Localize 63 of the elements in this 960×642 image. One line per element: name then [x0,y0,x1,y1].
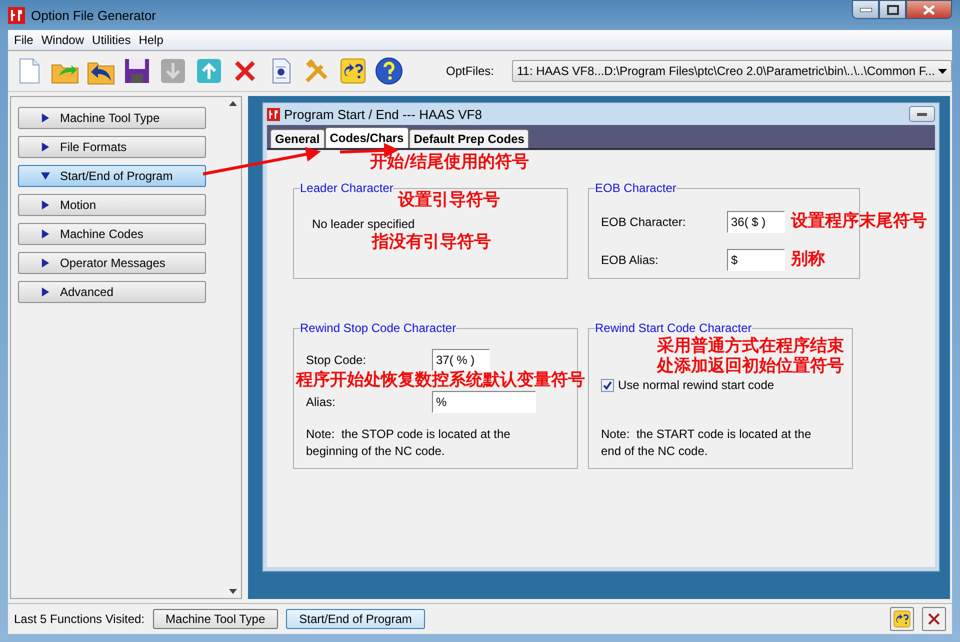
minimize-button[interactable] [909,106,935,122]
annotation: 别称 [791,250,825,270]
app-icon [8,6,25,24]
scroll-down-icon[interactable] [229,589,237,594]
close-button[interactable] [922,607,946,631]
sidebar-item[interactable]: Motion [18,194,206,216]
save-icon[interactable] [122,56,152,86]
close-icon [927,612,941,626]
tab[interactable]: Default Prep Codes [408,129,530,148]
history-button[interactable]: Start/End of Program [286,609,425,629]
menu-item[interactable]: File [10,33,38,47]
window-title: Option File Generator [31,8,156,22]
maximize-icon [886,4,898,14]
optfiles-label: OptFiles: [446,64,494,78]
sidebar-item[interactable]: Machine Tool Type [18,107,206,129]
maximize-button[interactable] [879,0,906,19]
field-label: EOB Character: [601,215,687,229]
help-icon[interactable] [374,56,404,86]
inner-window-title: Program Start / End --- HAAS VF8 [284,106,482,122]
input-field[interactable]: % [432,390,536,413]
optfiles-dropdown[interactable]: 11: HAAS VF8...D:\Program Files\ptc\Creo 2.0\Parametric\bin\..\..\Common F... [512,60,952,82]
input-field[interactable]: 36( $ ) [727,211,785,233]
menu-item[interactable]: Help [134,33,168,47]
annotation: 采用普通方式在程序结束 处添加返回初始位置符号 [656,335,845,376]
group-title: Rewind Stop Code Character [300,321,456,335]
app-icon [267,108,280,120]
minimize-button[interactable] [852,0,879,19]
field-label: Alias: [306,394,336,409]
annotation: 程序开始处恢复数控系统默认变量符号 [296,371,585,391]
input-field[interactable]: $ [727,249,785,271]
close-button[interactable] [906,0,952,19]
field-label: EOB Alias: [601,253,660,267]
tab[interactable]: Codes/Chars [324,127,409,148]
sidebar-item[interactable]: File Formats [18,136,206,158]
menu-item[interactable]: Utilities [88,33,135,47]
close-icon [923,4,935,14]
checkbox-icon[interactable] [601,378,614,392]
note-text: Note: the START code is located at the end of the NC code. [601,426,812,460]
dropdown-arrow-icon [938,68,947,74]
minimize-icon [917,112,927,116]
sidebar-item[interactable]: Advanced [18,281,206,303]
group-title: Rewind Start Code Character [595,321,752,335]
menu-item[interactable]: Window [37,33,88,47]
field-label: Stop Code: [306,353,368,367]
group-title: EOB Character [595,181,676,195]
note-text: Note: the STOP code is located at the beginning of the NC code. [306,426,512,460]
rewind-checkbox[interactable]: Use normal rewind start code [601,376,840,392]
annotation: 开始/结尾使用的符号 [370,153,530,173]
annotation: 指没有引导符号 [370,231,492,253]
tab[interactable]: General [270,129,325,148]
sidebar-item[interactable]: Operator Messages [18,252,206,274]
scroll-up-icon[interactable] [229,101,237,106]
sidebar-item[interactable]: Start/End of Program [18,165,206,187]
leader-text: No leader specified [312,217,415,231]
annotation: 设置程序末尾符号 [791,212,927,232]
help-button[interactable] [890,607,914,631]
footer-label: Last 5 Functions Visited: [14,612,145,626]
annotation: 设置引导符号 [398,191,500,211]
group-title: Leader Character [300,181,394,195]
sidebar-item[interactable]: Machine Codes [18,223,206,245]
input-field[interactable]: 37( % ) [432,349,490,371]
history-button[interactable]: Machine Tool Type [152,609,278,629]
minimize-icon [860,8,872,12]
